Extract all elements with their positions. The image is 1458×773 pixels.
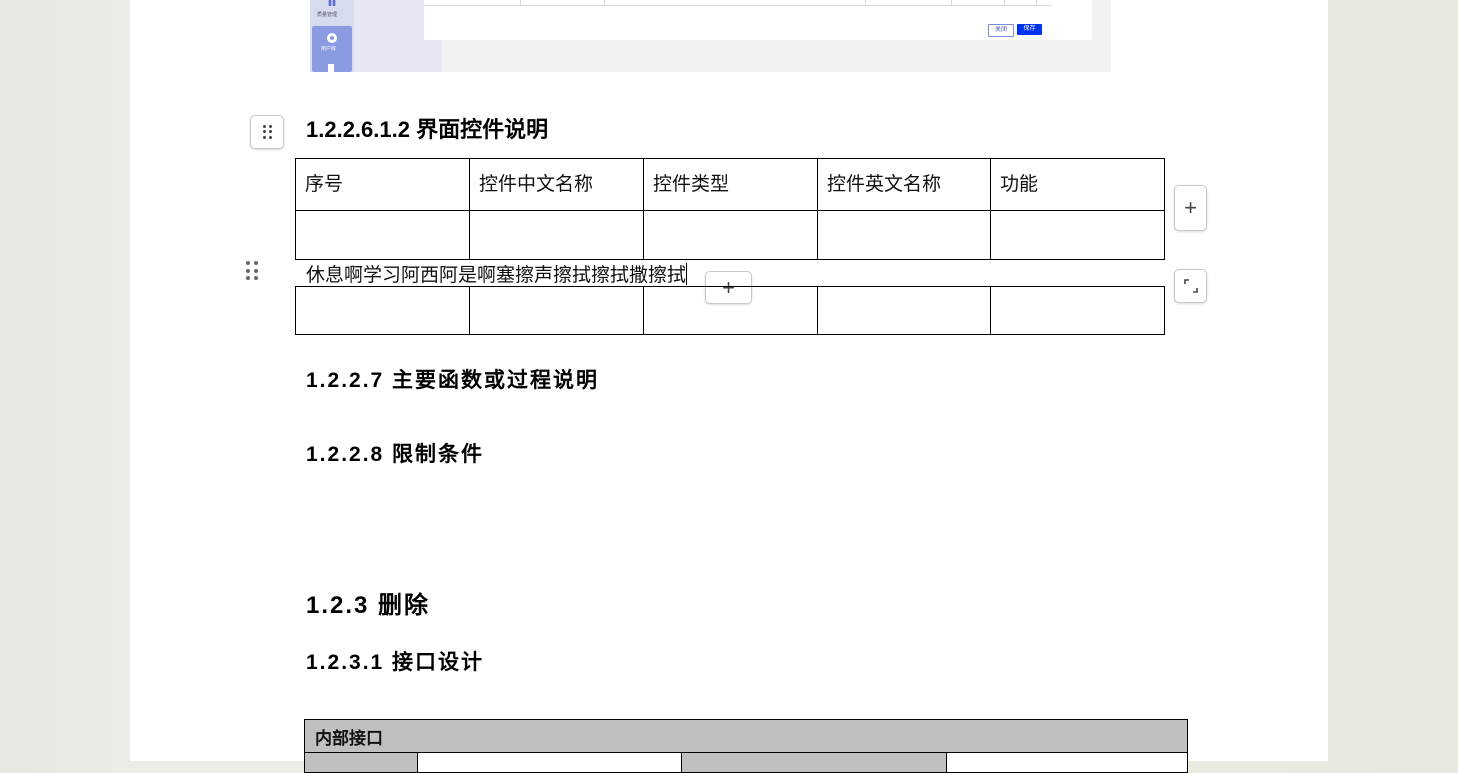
table-cell[interactable] [990, 210, 1165, 260]
document-page: 质量管理 用户库 关闭 保存 1.2.2.6.1.2 界面控件说明 序号 控件中… [130, 0, 1328, 773]
table-cell[interactable] [417, 752, 682, 773]
embedded-screenshot: 质量管理 用户库 关闭 保存 [310, 0, 1111, 72]
expand-corners-icon [1183, 279, 1198, 293]
embedded-close-button: 关闭 [988, 24, 1014, 37]
table-header-cell[interactable]: 控件中文名称 [469, 158, 644, 211]
controls-table[interactable]: 序号 控件中文名称 控件类型 控件英文名称 功能 [295, 158, 1165, 260]
grid-icon [328, 0, 336, 6]
table-cell[interactable] [304, 752, 418, 773]
drag-handle-icon[interactable] [246, 261, 258, 281]
table-row [304, 752, 1188, 773]
section-heading: 1.2.3.1 接口设计 [306, 651, 485, 674]
circle-icon [327, 33, 337, 43]
doc-icon [328, 64, 334, 72]
table-header-cell[interactable]: 功能 [990, 158, 1165, 211]
table-header-row: 内部接口 [304, 719, 1188, 753]
embedded-save-button: 保存 [1017, 24, 1042, 35]
table-row [295, 286, 1165, 335]
table-cell[interactable] [295, 210, 470, 260]
text-caret [686, 263, 688, 285]
table-header-cell[interactable]: 序号 [295, 158, 470, 211]
table-row [295, 210, 1165, 260]
table-cell[interactable] [817, 286, 991, 335]
table-header-row: 序号 控件中文名称 控件类型 控件英文名称 功能 [295, 158, 1165, 211]
embedded-nav: 质量管理 用户库 [310, 0, 442, 72]
expand-table-button[interactable] [1174, 269, 1207, 303]
interface-table-title[interactable]: 内部接口 [304, 719, 1188, 753]
embedded-nav-label: 质量管理 [317, 12, 338, 18]
table-header-cell[interactable]: 控件英文名称 [817, 158, 991, 211]
table-cell[interactable] [681, 752, 947, 773]
table-cell[interactable] [817, 210, 991, 260]
section-heading: 1.2.2.6.1.2 界面控件说明 [306, 117, 549, 142]
section-heading: 1.2.3 删除 [306, 592, 431, 619]
table-cell[interactable] [990, 286, 1165, 335]
table-cell[interactable] [295, 286, 470, 335]
inserted-paragraph[interactable]: 休息啊学习阿西阿是啊塞擦声擦拭擦拭撒擦拭 [306, 260, 688, 287]
controls-table-continued[interactable] [295, 286, 1165, 335]
table-cell[interactable] [469, 286, 644, 335]
drag-handle-icon [262, 125, 272, 139]
plus-icon: + [1184, 195, 1197, 220]
table-cell[interactable] [643, 286, 818, 335]
section-heading: 1.2.2.7 主要函数或过程说明 [306, 369, 600, 392]
table-header-cell[interactable]: 控件类型 [643, 158, 818, 211]
interface-table[interactable]: 内部接口 [304, 719, 1188, 773]
add-column-button[interactable]: + [1174, 185, 1207, 231]
table-cell[interactable] [643, 210, 818, 260]
table-cell[interactable] [469, 210, 644, 260]
table-cell[interactable] [946, 752, 1188, 773]
embedded-nav-label: 用户库 [321, 46, 337, 52]
block-drag-handle[interactable] [250, 115, 284, 149]
section-heading: 1.2.2.8 限制条件 [306, 443, 485, 466]
